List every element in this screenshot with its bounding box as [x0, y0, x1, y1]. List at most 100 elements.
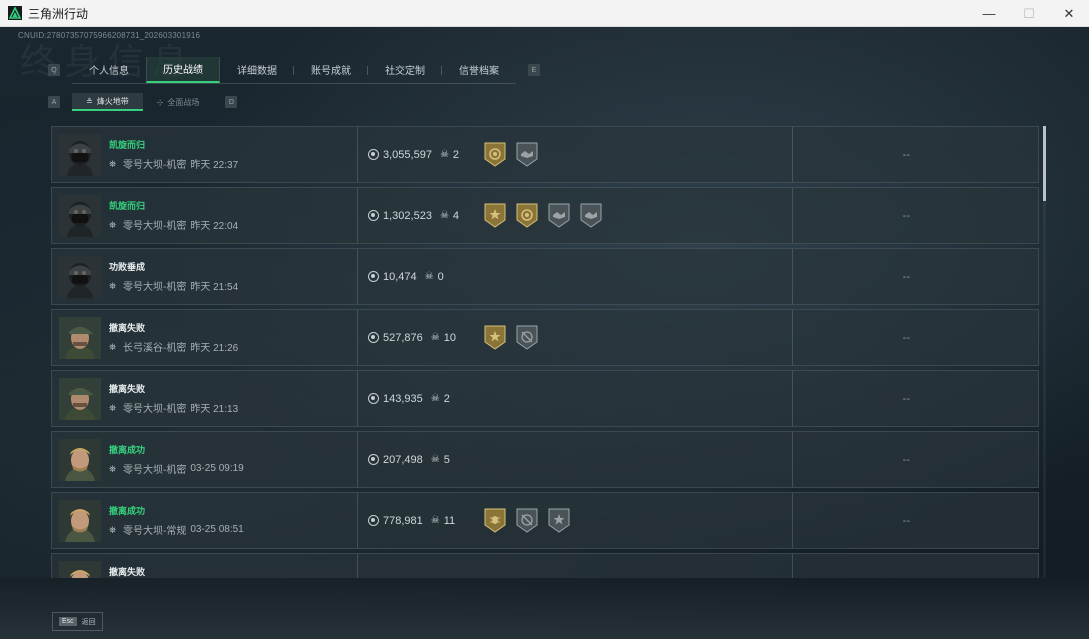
tab-4[interactable]: 社交定制 [368, 57, 442, 83]
kill-count: 0 [437, 270, 444, 283]
asset-value-icon [368, 149, 379, 160]
kills-icon: ☠ [439, 149, 449, 160]
match-history-list[interactable]: 凯旋而归 ⛯ 零号大坝-机密 昨天 22:37 3,055,597 ☠ 2 -- 凯旋而归 ⛯ 零号… [51, 126, 1039, 578]
close-button[interactable]: ✕ [1049, 0, 1089, 27]
match-record-row[interactable]: 撤离成功 ⛯ 零号大坝-常规 03-25 08:51 778,981 ☠ 11 -- [51, 492, 1039, 549]
match-info: 撤离失败 ⛯ 长弓溪谷-机密 昨天 21:26 [109, 321, 349, 354]
match-record-row[interactable]: 撤离成功 ⛯ 零号大坝-机密 03-25 09:19 207,498 ☠ 5 -- [51, 431, 1039, 488]
match-result: 功败垂成 [109, 262, 146, 272]
crosshair-icon: ⊹ [156, 97, 164, 107]
match-meta: ⛯ 零号大坝-常规 03-25 08:51 [109, 522, 349, 537]
key-hint-e[interactable]: E [528, 64, 540, 76]
asset-value: 10,474 [383, 270, 417, 283]
kill-count: 4 [452, 209, 460, 222]
match-record-row[interactable]: 功败垂成 ⛯ 零号大坝-机密 昨天 21:54 10,474 ☠ 0 -- [51, 248, 1039, 305]
match-result: 撤离失败 [109, 384, 146, 394]
column-divider [357, 432, 358, 487]
sub-tab-bar: A ≗ 烽火地带 ⊹ 全面战场 D [48, 92, 238, 112]
crosshair-badge-icon[interactable] [515, 324, 539, 351]
badge-list [483, 310, 539, 365]
badge-list [483, 188, 603, 243]
match-info: 撤离成功 ⛯ 零号大坝-常规 03-25 08:51 [109, 504, 349, 537]
tab-1[interactable]: 历史战绩 [146, 56, 220, 83]
match-info: 凯旋而归 ⛯ 零号大坝-机密 昨天 22:37 [109, 138, 349, 171]
match-stats: 207,498 ☠ 5 [368, 432, 450, 487]
tab-0[interactable]: 个人信息 [72, 57, 146, 83]
tab-label: 账号成就 [311, 66, 351, 77]
key-hint-a[interactable]: A [48, 96, 60, 108]
match-meta: ⛯ 零号大坝-机密 昨天 21:54 [109, 278, 349, 294]
match-record-row[interactable]: 撤离失败 ⛯ 零号大坝-机密 昨天 21:13 143,935 ☠ 2 -- [51, 370, 1039, 427]
subtab-hazard-zone[interactable]: ≗ 烽火地带 [72, 93, 143, 111]
column-divider [357, 493, 358, 548]
map-icon: ⛯ [109, 158, 117, 169]
maximize-button[interactable]: ☐ [1009, 0, 1049, 27]
map-icon: ⛯ [109, 280, 117, 291]
column-divider [792, 249, 793, 304]
crosshair-badge-icon[interactable] [515, 507, 539, 534]
star-badge-icon[interactable] [483, 202, 507, 229]
extraction-badge-icon[interactable] [483, 141, 507, 168]
tab-2[interactable]: 详细数据 [220, 57, 294, 83]
kill-count: 2 [443, 392, 450, 405]
operator-avatar [59, 255, 101, 298]
extra-info: -- [902, 331, 910, 344]
star-badge-icon[interactable] [483, 324, 507, 351]
handshake-badge-icon[interactable] [515, 141, 539, 168]
subtab-full-battlefield[interactable]: ⊹ 全面战场 [143, 93, 214, 111]
list-scrollbar[interactable] [1043, 126, 1046, 578]
asset-value: 207,498 [383, 453, 423, 466]
column-divider [792, 310, 793, 365]
scrollbar-thumb[interactable] [1043, 126, 1046, 201]
kill-count: 2 [452, 148, 460, 161]
extra-info: -- [903, 554, 910, 579]
match-result: 撤离成功 [109, 445, 146, 455]
match-stats: 143,935 ☠ 2 [368, 371, 450, 426]
operator-avatar [59, 560, 101, 578]
tab-label: 社交定制 [385, 66, 425, 77]
match-record-row[interactable]: 凯旋而归 ⛯ 零号大坝-机密 昨天 22:04 1,302,523 ☠ 4 -- [51, 187, 1039, 244]
tab-5[interactable]: 信誉档案 [442, 57, 516, 83]
asset-value: 527,876 [383, 331, 423, 344]
back-label: 返回 [81, 618, 96, 626]
tab-label: 详细数据 [237, 66, 277, 77]
match-meta: ⛯ 零号大坝-机密 昨天 22:37 [109, 156, 349, 172]
tab-3[interactable]: 账号成就 [294, 57, 368, 83]
match-stats: 778,981 ☠ 11 [368, 493, 455, 548]
match-record-row[interactable]: 凯旋而归 ⛯ 零号大坝-机密 昨天 22:37 3,055,597 ☠ 2 -- [51, 126, 1039, 183]
star-badge-icon[interactable] [547, 507, 571, 534]
bug-badge-icon[interactable] [483, 507, 507, 534]
badge-list [483, 493, 571, 548]
map-name: 零号大坝-机密 [123, 465, 187, 476]
extraction-badge-icon[interactable] [515, 202, 539, 229]
key-hint-d[interactable]: D [225, 96, 238, 108]
match-stats: 10,474 ☠ 0 [368, 249, 444, 304]
asset-value: 143,935 [383, 392, 423, 405]
window-title-bar: 三角洲行动 — ☐ ✕ [0, 0, 1089, 27]
back-button[interactable]: Esc 返回 [52, 612, 103, 631]
column-divider [792, 371, 793, 426]
map-icon: ⛯ [109, 341, 117, 352]
handshake-badge-icon[interactable] [579, 202, 603, 229]
match-record-row[interactable]: 撤离失败 ⛯ 长弓溪谷-机密 昨天 21:26 527,876 ☠ 10 -- [51, 309, 1039, 366]
tab-label: 个人信息 [89, 66, 129, 77]
operator-avatar [59, 316, 101, 359]
game-stage: 终身信息 CNUID:27807357075966208731_20260330… [0, 27, 1089, 639]
kills-icon: ☠ [430, 393, 440, 404]
tab-label: 历史战绩 [163, 65, 203, 76]
match-record-row[interactable]: 撤离失败⛯零号大坝-常规 -- [51, 553, 1039, 578]
column-divider [357, 310, 358, 365]
match-meta: ⛯ 长弓溪谷-机密 昨天 21:26 [109, 339, 349, 355]
asset-value: 3,055,597 [383, 148, 432, 161]
handshake-badge-icon[interactable] [547, 202, 571, 229]
asset-value: 1,302,523 [383, 209, 432, 222]
bottom-bar: Esc 返回 [0, 578, 1089, 639]
column-divider [792, 432, 793, 487]
key-hint-q[interactable]: Q [48, 64, 60, 76]
esc-key: Esc [59, 617, 77, 626]
map-name: 零号大坝-机密 [123, 160, 187, 171]
column-divider [357, 249, 358, 304]
match-time: 昨天 21:13 [190, 404, 239, 415]
match-meta: ⛯ 零号大坝-机密 昨天 22:04 [109, 217, 349, 233]
minimize-button[interactable]: — [969, 0, 1009, 27]
